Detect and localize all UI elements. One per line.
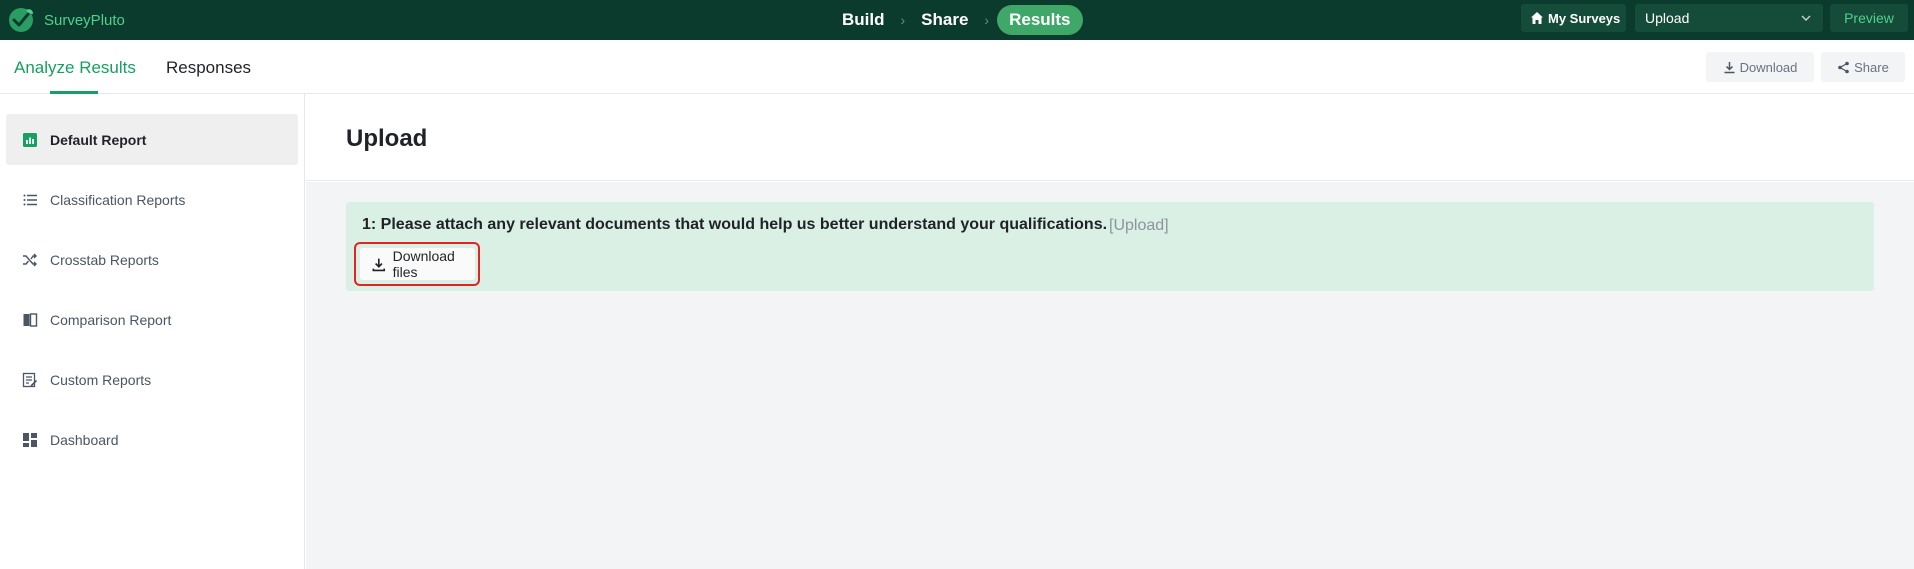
tab-analyze-results[interactable]: Analyze Results: [14, 58, 136, 78]
sidebar-item-comparison-report[interactable]: Comparison Report: [6, 294, 298, 345]
tab-responses[interactable]: Responses: [166, 58, 251, 78]
chevron-down-icon: [1801, 15, 1811, 21]
step-separator-icon: ›: [900, 12, 906, 28]
report-sidebar: Default Report Classification Reports Cr…: [0, 94, 305, 569]
download-button[interactable]: Download: [1706, 52, 1814, 82]
sidebar-item-default-report[interactable]: Default Report: [6, 114, 298, 165]
sidebar-item-classification-reports[interactable]: Classification Reports: [6, 174, 298, 225]
brand-logo-icon: [9, 8, 33, 32]
my-surveys-button[interactable]: My Surveys: [1521, 4, 1626, 32]
home-icon: [1531, 12, 1543, 24]
question-type-tag: [Upload]: [1109, 217, 1169, 234]
sidebar-item-crosstab-reports[interactable]: Crosstab Reports: [6, 234, 298, 285]
edit-list-icon: [22, 372, 38, 388]
step-build[interactable]: Build: [830, 10, 897, 30]
page-title: Upload: [346, 125, 428, 152]
report-content: 1: Please attach any relevant documents …: [306, 182, 1914, 569]
step-share[interactable]: Share: [909, 10, 980, 30]
share-icon: [1838, 61, 1849, 73]
download-label: Download: [1739, 59, 1798, 75]
download-icon: [1724, 61, 1735, 73]
compare-icon: [23, 313, 38, 327]
download-files-label: Download files: [392, 248, 455, 280]
preview-button[interactable]: Preview: [1830, 4, 1908, 32]
share-label: Share: [1854, 59, 1889, 75]
download-files-button[interactable]: Download files: [360, 248, 475, 280]
my-surveys-label: My Surveys: [1548, 10, 1621, 26]
sidebar-item-label: Comparison Report: [50, 311, 172, 328]
step-results[interactable]: Results: [997, 5, 1083, 35]
grid-icon: [23, 433, 37, 447]
sidebar-item-custom-reports[interactable]: Custom Reports: [6, 354, 298, 405]
question-card: 1: Please attach any relevant documents …: [346, 202, 1874, 291]
brand[interactable]: SurveyPluto: [6, 4, 125, 36]
top-bar: SurveyPluto Build › Share › Results My S…: [0, 0, 1914, 40]
download-icon: [372, 258, 386, 271]
report-header: Upload: [306, 95, 1914, 181]
brand-name: SurveyPluto: [44, 11, 125, 29]
workflow-steps: Build › Share › Results: [830, 4, 1083, 36]
sidebar-item-label: Custom Reports: [50, 371, 152, 388]
step-separator-icon: ›: [984, 12, 990, 28]
sidebar-item-label: Dashboard: [50, 431, 119, 448]
survey-select-value: Upload: [1645, 10, 1690, 26]
shuffle-icon: [23, 253, 37, 267]
list-icon: [23, 194, 37, 206]
sidebar-item-label: Default Report: [50, 131, 147, 148]
sidebar-item-dashboard[interactable]: Dashboard: [6, 414, 298, 465]
question-text: 1: Please attach any relevant documents …: [362, 216, 1108, 233]
sidebar-item-label: Classification Reports: [50, 191, 186, 208]
bar-chart-icon: [23, 133, 37, 147]
sidebar-item-label: Crosstab Reports: [50, 251, 159, 268]
share-button[interactable]: Share: [1821, 52, 1905, 82]
survey-select[interactable]: Upload: [1635, 4, 1823, 32]
results-tab-bar: Analyze Results Responses Download Share: [0, 40, 1914, 94]
